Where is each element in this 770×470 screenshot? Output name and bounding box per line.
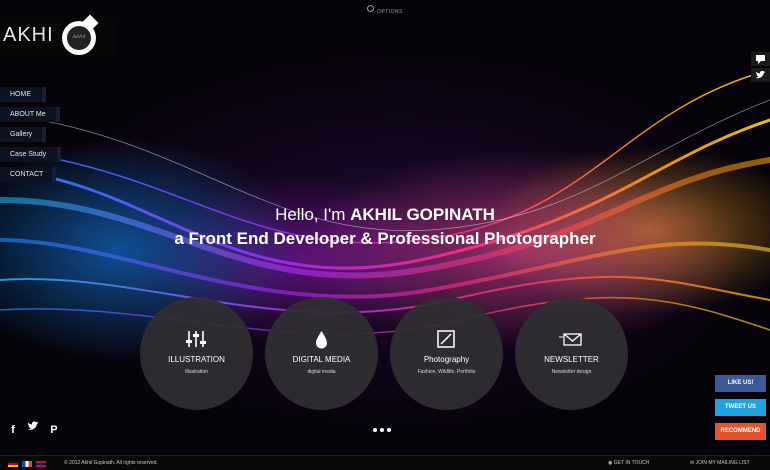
slider-dot[interactable]	[373, 428, 377, 432]
copyright-text: © 2012 Akhil Gopinath. All rights reserv…	[64, 460, 158, 466]
logo-wordmark: AKHI	[3, 24, 54, 46]
service-subtitle: Newsletter design	[551, 369, 592, 375]
slider-dots	[373, 419, 394, 437]
service-subtitle: digital media	[307, 369, 336, 375]
sliders-icon	[186, 331, 206, 347]
service-photography[interactable]: Photography Fashion, Wildlife, Portfolio	[390, 297, 503, 410]
pinterest-icon[interactable]: P	[47, 423, 61, 437]
slider-dot[interactable]	[380, 428, 384, 432]
mailing-list-label: JOIN MY MAILING LIST	[695, 460, 750, 466]
like-us-button-wrap: LIKE US!	[715, 375, 766, 392]
get-in-touch-label: GET IN TOUCH	[613, 460, 650, 466]
tweet-us-button[interactable]: TWEET US	[715, 399, 766, 416]
droplet-icon	[316, 331, 327, 349]
twitter-icon[interactable]	[26, 419, 40, 433]
recommend-button[interactable]: RECOMMEND	[715, 423, 766, 440]
slider-dot[interactable]	[387, 428, 391, 432]
french-flag-icon[interactable]	[22, 461, 32, 467]
options-label[interactable]: OPTIONS	[377, 9, 403, 15]
nav-item-home[interactable]: HOME	[0, 87, 46, 102]
service-title: NEWSLETTER	[544, 355, 599, 364]
german-flag-icon[interactable]	[8, 461, 18, 467]
hero-greeting: Hello, I'm	[275, 205, 351, 224]
logo-badge-text: Akhil	[72, 34, 86, 40]
service-illustration[interactable]: ILLUSTRATION Illustration	[140, 297, 253, 410]
footer: © 2012 Akhil Gopinath. All rights reserv…	[0, 455, 770, 470]
like-us-button[interactable]: LIKE US!	[715, 375, 766, 392]
hero-line-1: Hello, I'm AKHIL GOPINATH	[0, 203, 770, 227]
main-nav: HOME ABOUT Me Gallery Case Study CONTACT	[0, 87, 61, 187]
uk-flag-icon[interactable]	[36, 461, 46, 467]
tweet-us-button-wrap: TWEET US	[715, 399, 766, 416]
service-title: ILLUSTRATION	[168, 355, 225, 364]
services-row: ILLUSTRATION Illustration DIGITAL MEDIA …	[140, 297, 630, 411]
social-links: f P	[6, 419, 63, 438]
logo-badge-inner: Akhil	[67, 26, 91, 50]
hero-name: AKHIL GOPINATH	[350, 205, 495, 224]
mailing-list-link[interactable]: ✉ JOIN MY MAILING LIST	[690, 456, 750, 470]
nav-item-about[interactable]: ABOUT Me	[0, 107, 60, 122]
nav-item-contact[interactable]: CONTACT	[0, 167, 56, 182]
chat-bubble-icon[interactable]	[751, 52, 770, 66]
service-subtitle: Fashion, Wildlife, Portfolio	[417, 369, 476, 375]
right-side-tabs	[751, 52, 770, 84]
logo-badge-icon: Akhil	[62, 14, 99, 55]
hero-line-2: a Front End Developer & Professional Pho…	[174, 229, 596, 248]
service-newsletter[interactable]: NEWSLETTER Newsletter design	[515, 297, 628, 410]
service-title: Photography	[423, 355, 470, 364]
page-background: OPTIONS AKHI Akhil HOME ABOUT Me Gallery…	[0, 0, 770, 470]
options-bar[interactable]: OPTIONS	[0, 0, 770, 15]
hero-heading: Hello, I'm AKHIL GOPINATH a Front End De…	[0, 203, 770, 251]
site-logo[interactable]: AKHI Akhil	[0, 14, 116, 58]
service-title: DIGITAL MEDIA	[292, 355, 351, 364]
twitter-bird-icon[interactable]	[751, 68, 770, 82]
nav-item-case-study[interactable]: Case Study	[0, 147, 61, 162]
envelope-icon	[559, 333, 582, 346]
facebook-icon[interactable]: f	[6, 423, 20, 437]
get-in-touch-link[interactable]: ◉ GET IN TOUCH	[608, 456, 649, 470]
nav-item-gallery[interactable]: Gallery	[0, 127, 46, 142]
pencil-box-icon	[437, 330, 455, 348]
service-subtitle: Illustration	[185, 369, 208, 375]
service-digital-media[interactable]: DIGITAL MEDIA digital media	[265, 297, 378, 410]
recommend-button-wrap: RECOMMEND	[715, 423, 766, 440]
